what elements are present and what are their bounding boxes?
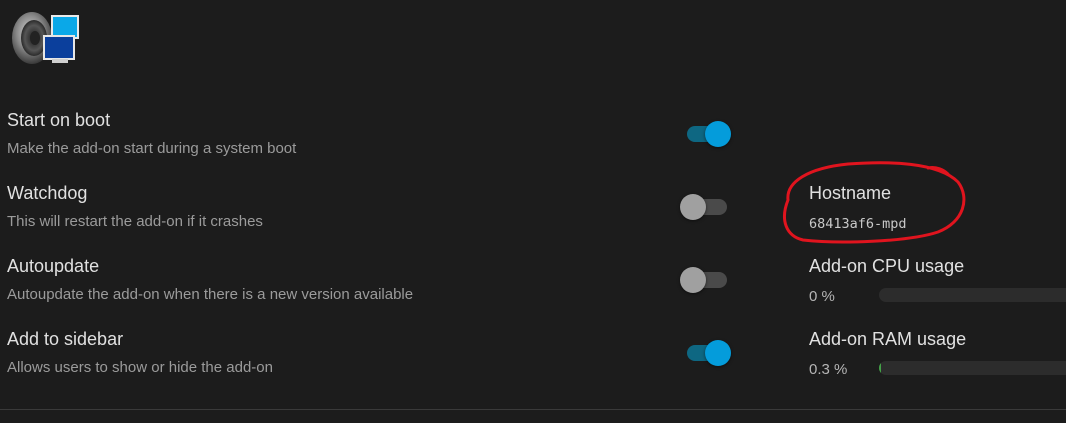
- option-description: Allows users to show or hide the add-on: [7, 359, 273, 376]
- cpu-usage-value: 0 %: [809, 288, 835, 305]
- option-title: Add to sidebar: [7, 329, 124, 349]
- cpu-usage-label: Add-on CPU usage: [809, 256, 965, 276]
- toggle-thumb: [705, 121, 731, 147]
- option-start-on-boot: Start on boot Make the add-on start duri…: [7, 110, 747, 172]
- hostname-label: Hostname: [809, 183, 892, 203]
- watchdog-toggle[interactable]: [680, 193, 730, 221]
- option-add-to-sidebar: Add to sidebar Allows users to show or h…: [7, 329, 747, 391]
- speaker-monitor-icon: [8, 6, 84, 66]
- cpu-usage-bar: [879, 288, 1066, 302]
- option-description: This will restart the add-on if it crash…: [7, 213, 263, 230]
- add-to-sidebar-toggle[interactable]: [680, 339, 731, 367]
- hostname-value: 68413af6-mpd: [809, 216, 907, 232]
- hostname-section: Hostname: [809, 183, 891, 204]
- option-autoupdate: Autoupdate Autoupdate the add-on when th…: [7, 256, 747, 318]
- addon-info-page: Start on boot Make the add-on start duri…: [0, 0, 1066, 423]
- ram-usage-section: Add-on RAM usage: [809, 329, 966, 350]
- ram-usage-bar-fill: [879, 361, 882, 375]
- toggle-thumb: [705, 340, 731, 366]
- section-divider: [0, 409, 1066, 410]
- option-title: Watchdog: [7, 183, 88, 203]
- autoupdate-toggle[interactable]: [680, 266, 730, 294]
- ram-usage-label: Add-on RAM usage: [809, 329, 967, 349]
- option-description: Make the add-on start during a system bo…: [7, 140, 297, 157]
- ram-usage-value: 0.3 %: [809, 361, 848, 378]
- cpu-usage-section: Add-on CPU usage: [809, 256, 964, 277]
- start-on-boot-toggle[interactable]: [680, 120, 731, 148]
- option-description: Autoupdate the add-on when there is a ne…: [7, 286, 414, 303]
- toggle-thumb: [680, 194, 706, 220]
- option-title: Start on boot: [7, 110, 111, 130]
- ram-usage-bar: [879, 361, 1066, 375]
- toggle-thumb: [680, 267, 706, 293]
- option-watchdog: Watchdog This will restart the add-on if…: [7, 183, 747, 245]
- option-title: Autoupdate: [7, 256, 100, 276]
